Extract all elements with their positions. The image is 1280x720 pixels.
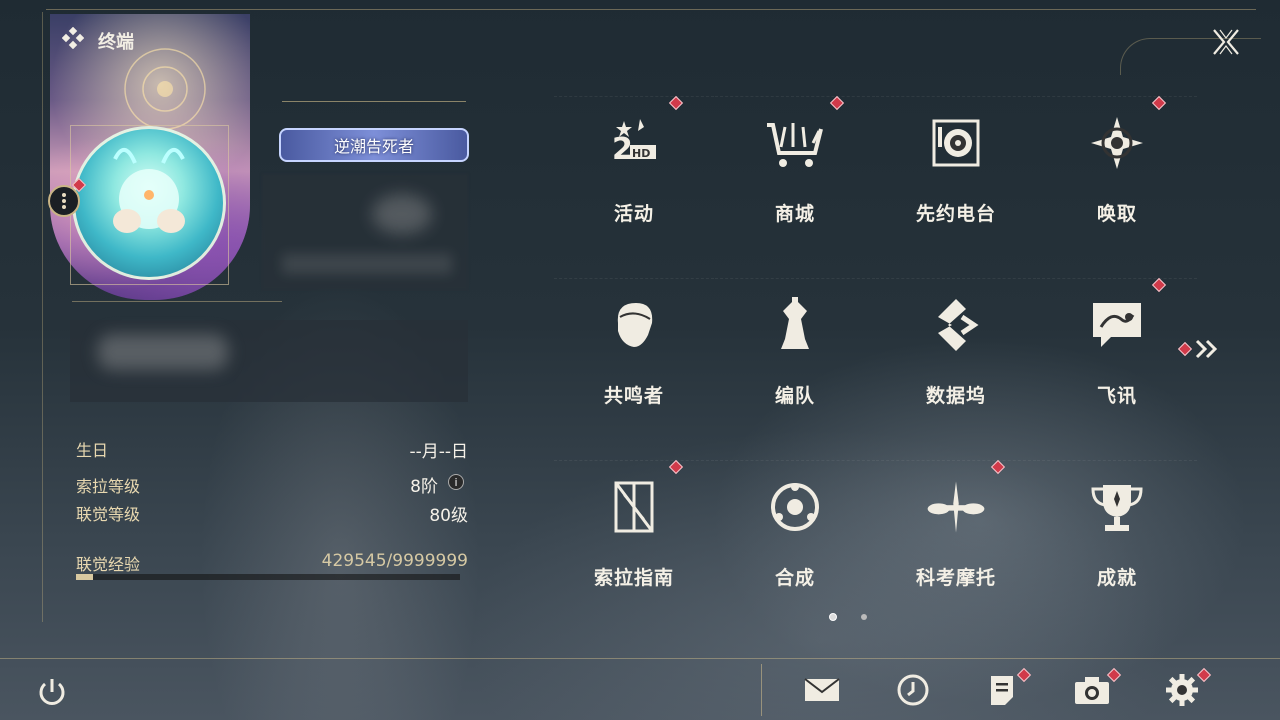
menu-tile-label: 合成 [774, 567, 815, 589]
settings-gear-icon [1166, 674, 1198, 706]
power-button[interactable] [32, 672, 72, 712]
mail-button[interactable] [802, 670, 842, 710]
menu-tile-label: 索拉指南 [593, 567, 674, 589]
power-icon [39, 679, 65, 705]
bottom-separator [761, 664, 762, 716]
motorcycle-icon [924, 475, 988, 539]
settings-button[interactable] [1162, 670, 1202, 710]
blurred-signature [70, 320, 468, 402]
frame-left-line [42, 12, 43, 622]
menu-tile-label: 共鸣者 [603, 385, 664, 407]
union-exp-label: 联觉经验 [76, 555, 141, 574]
shop-cart-icon [763, 111, 827, 175]
menu-tile-sola-guide[interactable]: 索拉指南 [554, 460, 714, 622]
menu-tile-label: 唤取 [1096, 203, 1137, 225]
trophy-icon [1085, 475, 1149, 539]
menu-tile-resonators[interactable]: 共鸣者 [554, 278, 714, 440]
menu-tile-radio[interactable]: 先约电台 [876, 96, 1036, 258]
info-icon[interactable]: i [448, 474, 464, 490]
exp-progress-fill [76, 574, 93, 580]
event-2hd-icon: 2 HD [602, 111, 666, 175]
synthesis-icon [763, 475, 827, 539]
next-page-notification-dot [1177, 341, 1193, 357]
radio-icon [924, 111, 988, 175]
frame-top-line [46, 9, 1256, 10]
menu-tile-achievements[interactable]: 成就 [1037, 460, 1197, 622]
avatar[interactable] [72, 126, 226, 280]
birthday-label: 生日 [76, 441, 109, 460]
blurred-player-info [262, 174, 468, 290]
guide-book-icon [602, 475, 666, 539]
menu-tile-data-bank[interactable]: 数据坞 [876, 278, 1036, 440]
profile-menu-button[interactable] [48, 185, 80, 217]
birthday-value: --月--日 [409, 442, 468, 462]
menu-tile-activity[interactable]: 2 HD 活动 [554, 96, 714, 258]
menu-tile-label: 成就 [1096, 567, 1137, 589]
more-vertical-icon [62, 192, 66, 210]
union-exp-value: 429545/9999999 [321, 551, 468, 571]
character-head-icon [602, 293, 666, 357]
menu-tile-label: 编队 [774, 385, 815, 407]
page-dot-2[interactable] [861, 614, 867, 620]
terminal-icon [61, 26, 85, 50]
title-badge[interactable]: 逆潮告死者 [279, 128, 469, 162]
menu-tile-label: 商城 [774, 203, 815, 225]
menu-tile-shop[interactable]: 商城 [715, 96, 875, 258]
clock-icon [897, 674, 929, 706]
union-level-label: 联觉等级 [76, 505, 141, 524]
menu-tile-label: 科考摩托 [915, 567, 996, 589]
close-button[interactable] [1208, 24, 1244, 60]
data-dock-icon [924, 293, 988, 357]
close-icon [1213, 29, 1239, 55]
menu-tile-team[interactable]: 编队 [715, 278, 875, 440]
menu-tile-label: 活动 [613, 203, 654, 225]
sola-level-value: 8阶 [410, 477, 438, 497]
compass-star-icon [1085, 111, 1149, 175]
double-chevron-right-icon [1195, 339, 1218, 359]
chess-team-icon [763, 293, 827, 357]
page-indicator [829, 613, 867, 621]
svg-text:HD: HD [632, 147, 650, 160]
profile-divider [72, 301, 282, 302]
camera-button[interactable] [1072, 670, 1112, 710]
page-dot-1[interactable] [829, 613, 837, 621]
union-level-value: 80级 [429, 506, 468, 526]
menu-tile-label: 飞讯 [1096, 385, 1137, 407]
notice-icon [991, 676, 1013, 705]
exp-progress-track [76, 574, 460, 580]
next-page-button[interactable] [1177, 338, 1220, 360]
page-title: 终端 [98, 32, 134, 53]
camera-icon [1075, 677, 1109, 704]
menu-tile-label: 数据坞 [925, 385, 986, 407]
menu-tile-messages[interactable]: 飞讯 [1037, 278, 1197, 440]
menu-tile-exploration-bike[interactable]: 科考摩托 [876, 460, 1036, 622]
bottom-divider [0, 658, 1280, 659]
history-button[interactable] [893, 670, 933, 710]
chat-bubble-icon [1085, 293, 1149, 357]
notice-button[interactable] [982, 670, 1022, 710]
sola-level-label: 索拉等级 [76, 477, 141, 496]
avatar-art [113, 148, 185, 233]
mail-icon [804, 678, 840, 701]
menu-tile-convene[interactable]: 唤取 [1037, 96, 1197, 258]
menu-tile-synthesis[interactable]: 合成 [715, 460, 875, 622]
svg-text:2: 2 [612, 132, 633, 167]
badge-divider [282, 101, 466, 102]
menu-tile-label: 先约电台 [915, 203, 996, 225]
